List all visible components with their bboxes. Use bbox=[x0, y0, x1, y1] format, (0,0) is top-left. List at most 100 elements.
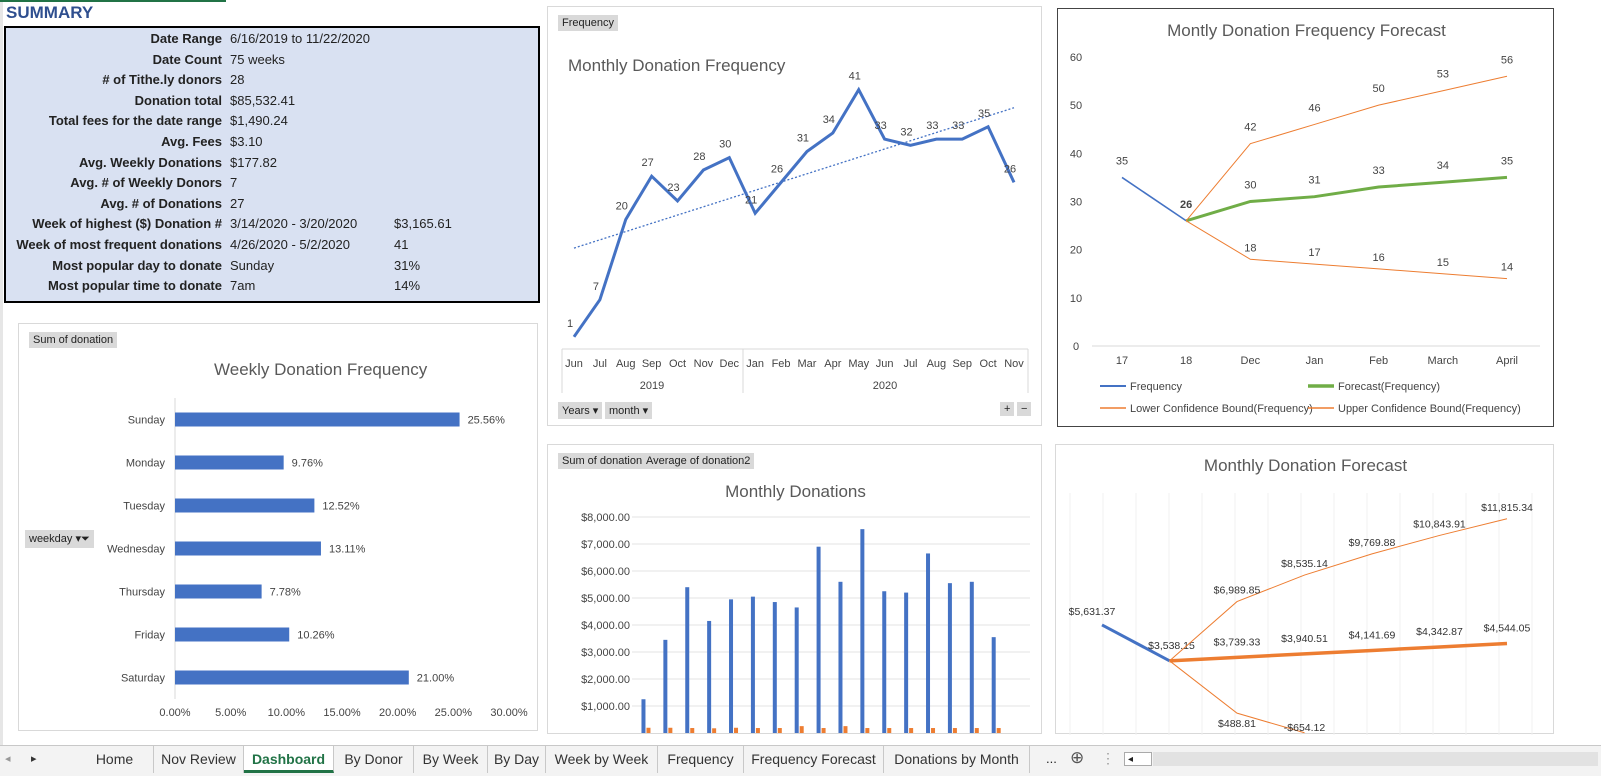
data-label: -$654.12 bbox=[1284, 722, 1326, 734]
tick-label: 10 bbox=[1070, 293, 1082, 305]
tick-label: 60 bbox=[1070, 52, 1082, 64]
tick-label: $5,000.00 bbox=[581, 593, 630, 605]
donation-forecast-plot: $5,631.37 $3,538.15 $3,739.33 $3,940.51 $4,1… bbox=[1069, 493, 1533, 735]
tick-label: Jun bbox=[876, 358, 894, 370]
sheet-tab[interactable]: Nov Review bbox=[154, 746, 244, 773]
weekly-frequency-plot: Sunday 25.56% Monday 9.76% Tuesday 12.52% Wedn… bbox=[107, 398, 528, 719]
category-label: Sunday bbox=[128, 415, 166, 427]
donation-forecast-chart[interactable]: Monthly Donation Forecast $5,631.37 $3,53… bbox=[1055, 444, 1554, 735]
bar bbox=[685, 587, 690, 733]
tick-label: $3,000.00 bbox=[581, 647, 630, 659]
tick-label: Feb bbox=[772, 358, 791, 370]
summary-label: Donation total bbox=[134, 92, 222, 108]
bar bbox=[904, 592, 909, 733]
sheet-tab[interactable]: Frequency bbox=[658, 746, 744, 773]
summary-row: Date Range 6/16/2019 to 11/22/2020 bbox=[6, 28, 538, 49]
bar bbox=[772, 602, 777, 733]
weekly-frequency-chart[interactable]: Sum of donation Weekly Donation Frequenc… bbox=[18, 323, 538, 731]
data-label: 25.56% bbox=[468, 415, 506, 427]
summary-table: Date Range 6/16/2019 to 11/22/2020 Date Co… bbox=[4, 26, 540, 303]
monthly-frequency-chart[interactable]: Frequency Monthly Donation Frequency 172… bbox=[547, 6, 1042, 426]
sheet-tab[interactable]: By Week bbox=[414, 746, 488, 773]
bar bbox=[926, 553, 931, 733]
sheet-tab[interactable]: Frequency Forecast bbox=[744, 746, 884, 773]
bar bbox=[690, 728, 695, 733]
data-label: 30 bbox=[1244, 180, 1256, 192]
month-label: month bbox=[609, 405, 640, 417]
bar bbox=[947, 583, 952, 733]
bar bbox=[755, 728, 760, 733]
tick-label: $7,000.00 bbox=[581, 539, 630, 551]
data-label: 56 bbox=[1501, 54, 1513, 66]
data-label: 27 bbox=[642, 157, 654, 169]
tick-label: 50 bbox=[1070, 100, 1082, 112]
data-label: 35 bbox=[978, 108, 990, 120]
data-label: 20 bbox=[616, 200, 628, 212]
tick-label: Aug bbox=[927, 358, 947, 370]
sheet-tab[interactable]: By Donor bbox=[334, 746, 414, 773]
sheet-tab[interactable]: Donations by Month bbox=[884, 746, 1030, 773]
sheet-tab[interactable]: By Day bbox=[488, 746, 546, 773]
data-label: 21.00% bbox=[417, 673, 455, 685]
category-label: Tuesday bbox=[123, 501, 165, 513]
options-dots-icon: ⋮ bbox=[1101, 750, 1115, 766]
summary-row: Most popular day to donate Sunday 31% bbox=[6, 255, 538, 276]
horizontal-scroll-left-button[interactable]: ◂ bbox=[1124, 752, 1152, 766]
data-label: 33 bbox=[874, 120, 886, 132]
bar bbox=[882, 591, 887, 733]
bar bbox=[821, 728, 826, 733]
data-label: $11,815.34 bbox=[1481, 502, 1533, 514]
tick-label: Oct bbox=[980, 358, 997, 370]
series-line bbox=[1185, 175, 1508, 223]
tick-label: 30 bbox=[1070, 197, 1082, 209]
summary-label: Week of highest ($) Donation # bbox=[32, 216, 222, 232]
summary-value-2: 31% bbox=[394, 257, 421, 273]
add-sheet-icon[interactable]: ⊕ bbox=[1070, 748, 1084, 768]
tick-label: 5.00% bbox=[215, 707, 246, 719]
legend-entry: Frequency bbox=[1130, 381, 1182, 393]
horizontal-scrollbar[interactable] bbox=[1153, 752, 1598, 766]
scroll-first-sheet-icon[interactable]: ◂ bbox=[5, 752, 11, 765]
series-line bbox=[572, 86, 1016, 338]
collapse-button[interactable]: − bbox=[1017, 402, 1032, 416]
month-field-button[interactable]: month ▾ bbox=[605, 402, 653, 419]
data-label: 10.26% bbox=[297, 630, 335, 642]
data-label: 31 bbox=[797, 132, 809, 144]
summary-value-2: 14% bbox=[394, 278, 421, 294]
tick-label: 20 bbox=[1070, 245, 1082, 257]
tick-label: Jul bbox=[903, 358, 917, 370]
scroll-next-sheet-icon[interactable]: ▸ bbox=[31, 752, 37, 765]
bar bbox=[952, 728, 957, 733]
data-label: 7.78% bbox=[270, 587, 301, 599]
bar bbox=[750, 596, 755, 733]
bar bbox=[816, 546, 821, 733]
data-label: 26 bbox=[1180, 199, 1192, 211]
expand-button[interactable]: + bbox=[1000, 402, 1015, 416]
summary-value: 27 bbox=[230, 195, 245, 211]
data-label: $10,843.91 bbox=[1413, 518, 1466, 530]
summary-row: Total fees for the date range $1,490.24 bbox=[6, 110, 538, 131]
tick-label: Sep bbox=[952, 358, 972, 370]
sheet-tab[interactable]: Dashboard bbox=[244, 746, 334, 773]
data-label: $5,631.37 bbox=[1069, 606, 1116, 618]
monthly-donations-chart[interactable]: Sum of donation Average of donation2 Mon… bbox=[547, 444, 1042, 734]
data-label: $8,535.14 bbox=[1281, 558, 1328, 570]
bar bbox=[996, 728, 1001, 733]
data-label: 26 bbox=[771, 163, 783, 175]
years-field-button[interactable]: Years ▾ bbox=[558, 402, 603, 419]
sheet-tab[interactable]: Week by Week bbox=[546, 746, 658, 773]
summary-row: Avg. # of Donations 27 bbox=[6, 193, 538, 214]
bar bbox=[931, 728, 936, 733]
summary-value-2: 41 bbox=[394, 237, 409, 252]
data-label: $3,538.15 bbox=[1148, 640, 1195, 652]
tick-label: May bbox=[848, 358, 869, 370]
tick-label: 15.00% bbox=[323, 707, 361, 719]
sheet-tab[interactable]: Home bbox=[76, 746, 154, 773]
bar bbox=[865, 728, 870, 733]
tick-label: 25.00% bbox=[435, 707, 473, 719]
tick-label: Jul bbox=[593, 358, 607, 370]
data-label: 33 bbox=[926, 120, 938, 132]
frequency-forecast-chart[interactable]: Montly Donation Frequency Forecast 0 10 20… bbox=[1057, 8, 1554, 427]
more-sheets-button[interactable]: ... bbox=[1046, 751, 1057, 766]
summary-value: $1,490.24 bbox=[230, 113, 288, 129]
